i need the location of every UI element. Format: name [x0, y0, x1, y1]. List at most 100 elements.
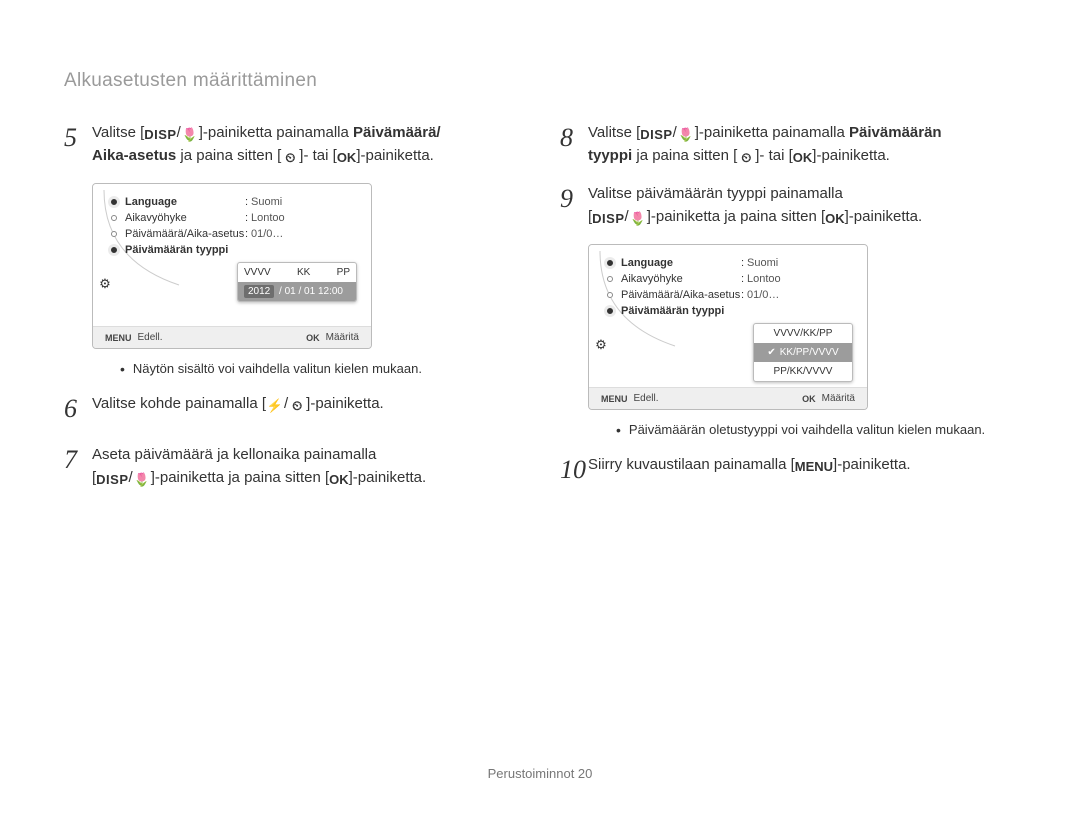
- text: ]-painiketta.: [356, 147, 434, 164]
- footer-left[interactable]: MENU Edell.: [105, 332, 163, 343]
- settings-row[interactable]: Päivämäärän tyyppi: [607, 303, 857, 319]
- row-bullet-icon: [111, 215, 117, 221]
- text: ]-painiketta.: [349, 469, 427, 486]
- date-type-dropdown[interactable]: VVVV/KK/PP ✔ KK/PP/VVVV PP/KK/VVVV: [753, 323, 853, 382]
- macro-icon: 🌷: [677, 127, 695, 142]
- cui-body: ⚙ Language : Suomi Aikavyöhyke : Lontoo: [93, 184, 371, 326]
- footer-right-label: Määritä: [326, 332, 359, 343]
- macro-icon: 🌷: [629, 211, 647, 226]
- step-number: 10: [560, 450, 588, 489]
- step-number: 8: [560, 118, 588, 167]
- ok-icon: OK: [793, 150, 813, 165]
- year-value: 2012: [244, 285, 274, 298]
- date-format-option[interactable]: PP/KK/VVVV: [754, 362, 852, 381]
- dropdown-selected-value[interactable]: 2012 / 01 / 01 12:00: [238, 282, 356, 301]
- ok-icon: OK: [802, 394, 816, 404]
- settings-row[interactable]: Aikavyöhyke : Lontoo: [111, 210, 361, 226]
- bold-label: Päivämäärä/: [353, 124, 441, 141]
- cui-body: ⚙ Language : Suomi Aikavyöhyke : Lontoo: [589, 245, 867, 387]
- camera-preview-2: ⚙ Language : Suomi Aikavyöhyke : Lontoo: [588, 244, 868, 410]
- menu-icon: MENU: [105, 333, 132, 343]
- text: Valitse [: [92, 124, 144, 141]
- disp-icon: DISP: [144, 127, 176, 142]
- settings-row[interactable]: Päivämäärä/Aika-asetus : 01/0…: [111, 226, 361, 242]
- note-text: Näytön sisältö voi vaihdella valitun kie…: [133, 361, 422, 377]
- text: ]-painiketta painamalla: [695, 124, 849, 141]
- row-bullet-icon: [607, 276, 613, 282]
- note: Näytön sisältö voi vaihdella valitun kie…: [120, 361, 520, 377]
- settings-row[interactable]: Päivämäärä/Aika-asetus : 01/0…: [607, 287, 857, 303]
- step-body: Valitse kohde painamalla [⚡/⏲]-painikett…: [92, 393, 520, 428]
- row-label: Aikavyöhyke: [125, 212, 245, 224]
- step-body: Siirry kuvaustilaan painamalla [MENU]-pa…: [588, 454, 1016, 489]
- right-column: 8 Valitse [DISP/🌷]-painiketta painamalla…: [560, 122, 1016, 505]
- settings-row[interactable]: Language : Suomi: [607, 255, 857, 271]
- content-columns: 5 Valitse [DISP/🌷]-painiketta painamalla…: [64, 122, 1016, 505]
- settings-row[interactable]: Aikavyöhyke : Lontoo: [607, 271, 857, 287]
- step-8: 8 Valitse [DISP/🌷]-painiketta painamalla…: [560, 122, 1016, 167]
- step-number: 7: [64, 440, 92, 489]
- check-icon: ✔: [767, 347, 775, 358]
- timer-icon: ⏲: [288, 398, 306, 413]
- text: ]-painiketta.: [833, 456, 911, 473]
- settings-row[interactable]: Päivämäärän tyyppi: [111, 242, 361, 258]
- row-bullet-icon: [111, 231, 117, 237]
- row-label: Language: [125, 196, 245, 208]
- step-5: 5 Valitse [DISP/🌷]-painiketta painamalla…: [64, 122, 520, 167]
- row-label: Päivämäärä/Aika-asetus: [125, 228, 245, 240]
- bold-label: Aika-asetus: [92, 147, 176, 164]
- date-format-option[interactable]: VVVV/KK/PP: [754, 324, 852, 343]
- page-title: Alkuasetusten määrittäminen: [64, 70, 1016, 92]
- text: ]- tai [: [755, 147, 793, 164]
- date-time-dropdown[interactable]: VVVV KK PP 2012 / 01 / 01 12:00: [237, 262, 357, 302]
- step-body: Valitse päivämäärän tyyppi painamalla [D…: [588, 183, 1016, 228]
- cui-footer: MENU Edell. OK Määritä: [93, 326, 371, 348]
- footer-left-label: Edell.: [138, 332, 163, 343]
- text: Valitse päivämäärän tyyppi painamalla: [588, 185, 843, 202]
- row-value: 01/0…: [747, 289, 779, 301]
- text: ja paina sitten [: [632, 147, 737, 164]
- option-label: KK/PP/VVVV: [780, 347, 839, 358]
- row-label: Aikavyöhyke: [621, 273, 741, 285]
- row-value: Suomi: [747, 257, 778, 269]
- row-label: Päivämäärän tyyppi: [125, 244, 245, 256]
- row-value: 01/0…: [251, 228, 283, 240]
- text: ]-painiketta.: [812, 147, 890, 164]
- text: ]-painiketta.: [306, 395, 384, 412]
- page-footer: Perustoiminnot 20: [0, 766, 1080, 781]
- row-bullet-icon: [607, 308, 613, 314]
- step-number: 6: [64, 389, 92, 428]
- footer-right-label: Määritä: [822, 393, 855, 404]
- footer-left[interactable]: MENU Edell.: [601, 393, 659, 404]
- note: Päivämäärän oletustyyppi voi vaihdella v…: [616, 422, 1016, 438]
- timer-icon: ⏲: [281, 150, 299, 165]
- text: ]-painiketta ja paina sitten [: [647, 208, 825, 225]
- col-year: VVVV: [244, 267, 271, 278]
- footer-right[interactable]: OK Määritä: [306, 332, 359, 343]
- date-format-option-selected[interactable]: ✔ KK/PP/VVVV: [754, 343, 852, 362]
- disp-icon: DISP: [96, 472, 128, 487]
- menu-icon: MENU: [795, 459, 833, 474]
- macro-icon: 🌷: [133, 472, 151, 487]
- flash-icon: ⚡: [266, 398, 284, 413]
- row-label: Päivämäärä/Aika-asetus: [621, 289, 741, 301]
- ok-icon: OK: [337, 150, 357, 165]
- menu-icon: MENU: [601, 394, 628, 404]
- row-label: Päivämäärän tyyppi: [621, 305, 741, 317]
- disp-icon: DISP: [640, 127, 672, 142]
- text: ]-painiketta painamalla: [199, 124, 353, 141]
- step-body: Valitse [DISP/🌷]-painiketta painamalla P…: [588, 122, 1016, 167]
- rest-value: / 01 / 01 12:00: [276, 286, 343, 297]
- footer-right[interactable]: OK Määritä: [802, 393, 855, 404]
- row-bullet-icon: [111, 199, 117, 205]
- settings-row[interactable]: Language : Suomi: [111, 194, 361, 210]
- timer-icon: ⏲: [737, 150, 755, 165]
- ok-icon: OK: [306, 333, 320, 343]
- cui-footer: MENU Edell. OK Määritä: [589, 387, 867, 409]
- gear-icon: ⚙: [97, 276, 113, 292]
- row-bullet-icon: [607, 292, 613, 298]
- text: ]-painiketta.: [845, 208, 923, 225]
- step-number: 5: [64, 118, 92, 167]
- step-number: 9: [560, 179, 588, 228]
- step-10: 10 Siirry kuvaustilaan painamalla [MENU]…: [560, 454, 1016, 489]
